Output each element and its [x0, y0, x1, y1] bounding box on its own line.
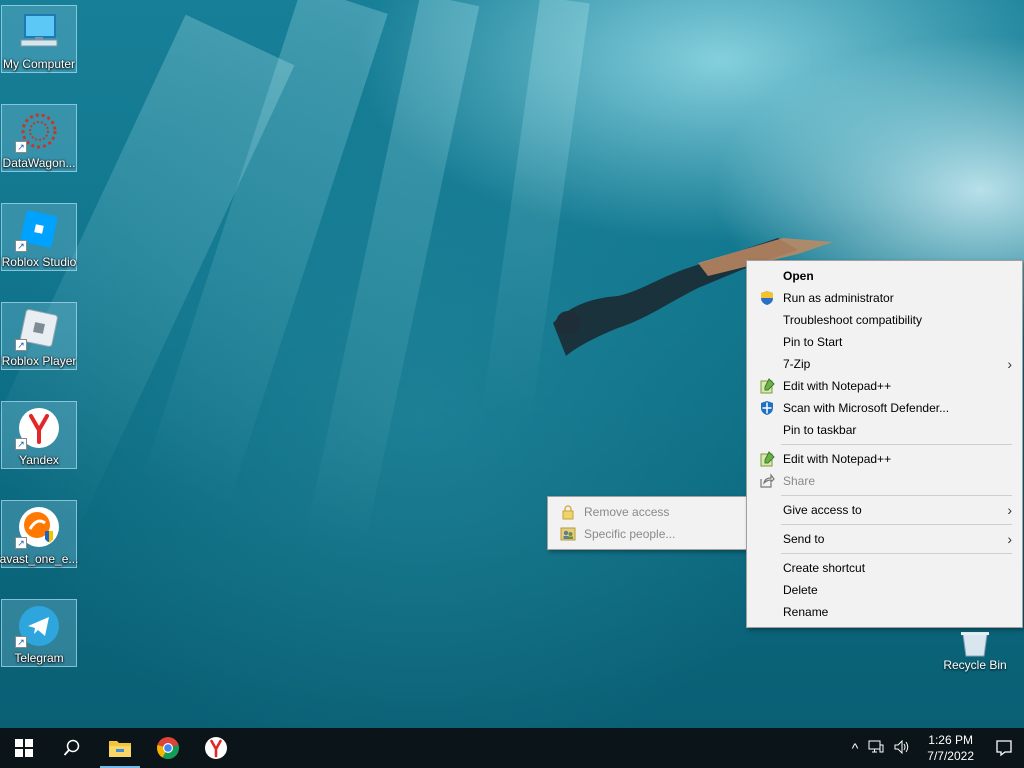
- menu-item-label: Share: [783, 474, 816, 488]
- start-icon: [15, 739, 33, 757]
- computer-icon: [15, 10, 63, 54]
- menu-item-7-zip[interactable]: 7-Zip ›: [749, 353, 1020, 375]
- menu-separator: [781, 495, 1012, 496]
- desktop-icon-avast[interactable]: ↗ avast_one_e...: [0, 500, 79, 568]
- menu-item-run-as-administrator[interactable]: Run as administrator: [749, 287, 1020, 309]
- file-explorer-icon: [109, 741, 131, 757]
- chrome-icon: [157, 737, 179, 759]
- desktop-icon-label: DataWagon...: [2, 156, 76, 170]
- shortcut-arrow-icon: ↗: [15, 141, 27, 153]
- menu-item-label: Remove access: [584, 505, 670, 519]
- menu-item-label: 7-Zip: [783, 357, 811, 371]
- menu-item-label: Run as administrator: [783, 291, 894, 305]
- network-icon[interactable]: [863, 740, 889, 757]
- menu-item-label: Send to: [783, 532, 825, 546]
- telegram-icon: ↗: [15, 604, 63, 648]
- taskbar: ^ 1:26 PM 7/7/2022: [0, 728, 1024, 768]
- chevron-up-icon[interactable]: ^: [847, 740, 864, 756]
- taskbar-chrome[interactable]: [144, 728, 192, 768]
- notification-icon: [996, 740, 1012, 757]
- roblox-studio-icon: ↗: [15, 208, 63, 252]
- avast-icon: ↗: [15, 505, 63, 549]
- desktop-icon-yandex[interactable]: ↗ Yandex: [1, 401, 77, 469]
- search-icon: [63, 739, 80, 756]
- yandex-icon: ↗: [15, 406, 63, 450]
- menu-item-label: Open: [783, 269, 814, 283]
- shortcut-arrow-icon: ↗: [15, 537, 27, 549]
- desktop-icon-label: Recycle Bin: [943, 658, 1007, 672]
- menu-item-edit-with-notepad-plus-plus-2[interactable]: Edit with Notepad++: [749, 448, 1020, 470]
- menu-item-share[interactable]: Share: [749, 470, 1020, 492]
- menu-item-label: Pin to taskbar: [783, 423, 857, 437]
- taskbar-file-explorer[interactable]: [96, 728, 144, 768]
- desktop-icon-label: My Computer: [2, 57, 76, 71]
- share-icon: [759, 473, 775, 489]
- menu-item-pin-to-start[interactable]: Pin to Start: [749, 331, 1020, 353]
- yandex-browser-icon: [205, 737, 227, 759]
- clock-date: 7/7/2022: [927, 749, 974, 763]
- desktop-icon-label: Yandex: [19, 453, 59, 467]
- start-button[interactable]: [0, 728, 48, 768]
- taskbar-yandex-browser[interactable]: [192, 728, 240, 768]
- menu-item-remove-access[interactable]: Remove access: [550, 501, 745, 523]
- chevron-right-icon: ›: [1007, 356, 1012, 372]
- menu-item-create-shortcut[interactable]: Create shortcut: [749, 557, 1020, 579]
- notepad-plus-plus-icon: [759, 451, 775, 467]
- menu-item-label: Troubleshoot compatibility: [783, 313, 922, 327]
- menu-item-scan-with-microsoft-defender[interactable]: Scan with Microsoft Defender...: [749, 397, 1020, 419]
- datawagon-icon: ↗: [15, 109, 63, 153]
- menu-item-rename[interactable]: Rename: [749, 601, 1020, 623]
- desktop-icon-label: Roblox Player: [1, 354, 77, 368]
- defender-icon: [759, 400, 775, 416]
- menu-item-label: Pin to Start: [783, 335, 843, 349]
- roblox-player-icon: ↗: [15, 307, 63, 351]
- desktop-icon-label: Roblox Studio: [1, 255, 77, 269]
- uac-shield-icon: [759, 290, 775, 306]
- menu-item-label: Delete: [783, 583, 818, 597]
- desktop-icon-my-computer[interactable]: My Computer: [1, 5, 77, 73]
- recycle-bin-icon: [961, 632, 989, 657]
- notepad-plus-plus-icon: [759, 378, 775, 394]
- menu-item-label: Give access to: [783, 503, 862, 517]
- desktop-icon-label: avast_one_e...: [0, 552, 79, 566]
- shortcut-arrow-icon: ↗: [15, 636, 27, 648]
- menu-item-label: Edit with Notepad++: [783, 379, 892, 393]
- menu-item-specific-people[interactable]: Specific people...: [550, 523, 745, 545]
- menu-item-label: Scan with Microsoft Defender...: [783, 401, 950, 415]
- desktop-icon-label: Telegram: [14, 651, 64, 665]
- lock-icon: [560, 504, 576, 520]
- clock[interactable]: 1:26 PM 7/7/2022: [917, 732, 984, 764]
- people-icon: [560, 526, 576, 542]
- clock-time: 1:26 PM: [928, 733, 973, 747]
- menu-item-give-access-to[interactable]: Give access to ›: [749, 499, 1020, 521]
- menu-item-open[interactable]: Open: [749, 265, 1020, 287]
- menu-item-troubleshoot-compatibility[interactable]: Troubleshoot compatibility: [749, 309, 1020, 331]
- menu-item-label: Edit with Notepad++: [783, 452, 892, 466]
- menu-item-label: Rename: [783, 605, 829, 619]
- menu-separator: [781, 524, 1012, 525]
- desktop-icon-datawagon[interactable]: ↗ DataWagon...: [1, 104, 77, 172]
- chevron-right-icon: ›: [1007, 502, 1012, 518]
- shortcut-arrow-icon: ↗: [15, 438, 27, 450]
- menu-item-label: Specific people...: [584, 527, 676, 541]
- desktop-icon-roblox-studio[interactable]: ↗ Roblox Studio: [1, 203, 77, 271]
- menu-item-delete[interactable]: Delete: [749, 579, 1020, 601]
- desktop-icon-roblox-player[interactable]: ↗ Roblox Player: [1, 302, 77, 370]
- desktop-icon-telegram[interactable]: ↗ Telegram: [1, 599, 77, 667]
- search-button[interactable]: [48, 728, 96, 768]
- menu-item-edit-with-notepad-plus-plus[interactable]: Edit with Notepad++: [749, 375, 1020, 397]
- give-access-submenu: Remove access Specific people...: [547, 496, 748, 550]
- menu-item-label: Create shortcut: [783, 561, 866, 575]
- action-center-button[interactable]: [984, 728, 1024, 768]
- menu-separator: [781, 444, 1012, 445]
- menu-item-pin-to-taskbar[interactable]: Pin to taskbar: [749, 419, 1020, 441]
- menu-separator: [781, 553, 1012, 554]
- chevron-right-icon: ›: [1007, 531, 1012, 547]
- volume-icon[interactable]: [889, 739, 917, 757]
- menu-item-send-to[interactable]: Send to ›: [749, 528, 1020, 550]
- shortcut-arrow-icon: ↗: [15, 339, 27, 351]
- shortcut-arrow-icon: ↗: [15, 240, 27, 252]
- system-tray: ^ 1:26 PM 7/7/2022: [847, 728, 1024, 768]
- context-menu: Open Run as administrator Troubleshoot c…: [746, 260, 1023, 628]
